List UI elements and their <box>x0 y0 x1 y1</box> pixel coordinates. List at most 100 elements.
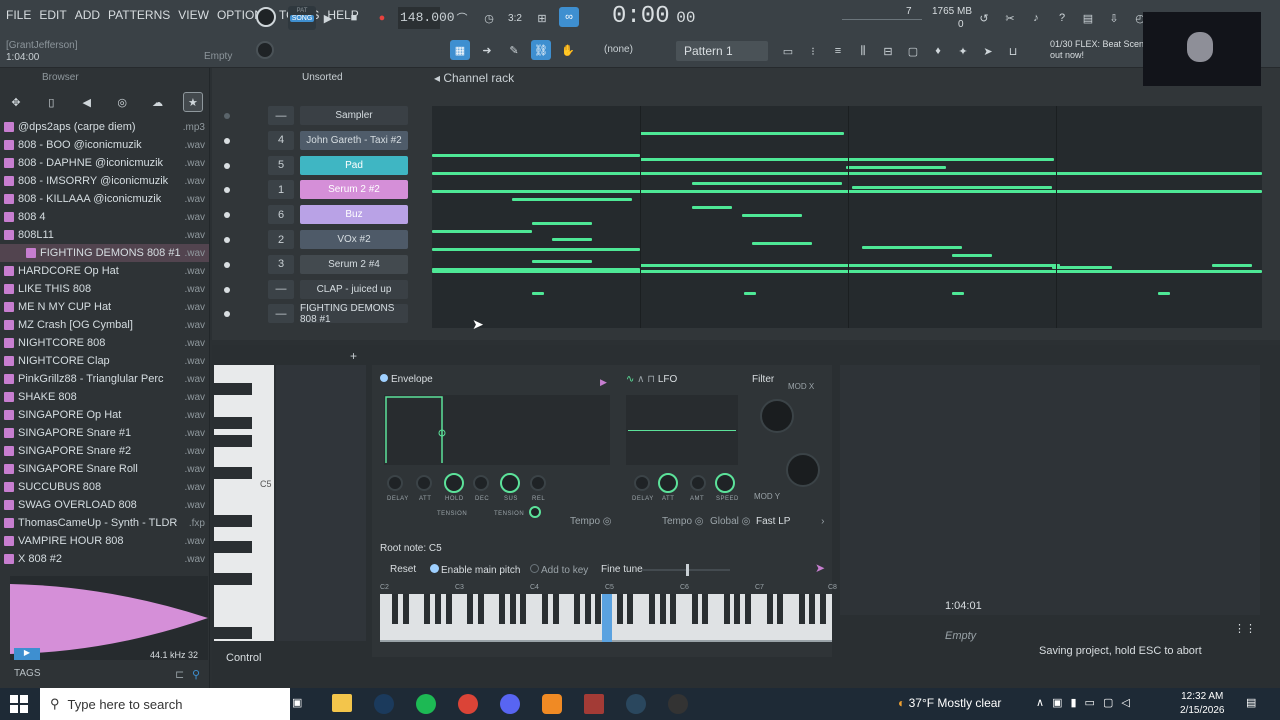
lfo-sine-icon[interactable]: ∿ <box>626 374 637 385</box>
tempo-display[interactable]: 148.000 <box>398 7 455 29</box>
browser-item[interactable]: SINGAPORE Snare #2 .wav <box>0 442 209 460</box>
browser-item[interactable]: ThomasCameUp - Synth - TLDR .fxp <box>0 514 209 532</box>
game-icon[interactable] <box>584 694 604 714</box>
env-tempo-toggle[interactable]: Tempo ◎ <box>570 516 612 527</box>
add-key-toggle[interactable]: Add to key <box>530 564 588 576</box>
browser-icon[interactable]: ⊟ <box>878 41 898 61</box>
channel-mixer-track[interactable]: — <box>268 304 294 324</box>
channel-name[interactable]: Serum 2 #4 <box>300 254 408 274</box>
browser-item[interactable]: NIGHTCORE 808 .wav <box>0 334 209 352</box>
channel-led[interactable] <box>224 261 230 268</box>
steam-2-icon[interactable] <box>626 694 646 714</box>
tags-label[interactable]: TAGS <box>14 668 40 679</box>
steam-icon[interactable] <box>374 694 394 714</box>
taskbar-search[interactable]: ⚲ Type here to search <box>40 688 290 720</box>
star-icon[interactable]: ★ <box>182 92 203 112</box>
browser-item[interactable]: SWAG OVERLOAD 808 .wav <box>0 496 209 514</box>
search-icon[interactable]: ⚲ <box>192 668 200 681</box>
snap-arrow-icon[interactable]: ➜ <box>477 40 497 60</box>
channel-led[interactable] <box>224 237 230 243</box>
channel-mixer-track[interactable]: 5 <box>268 155 294 175</box>
browser-item[interactable]: LIKE THIS 808 .wav <box>0 280 209 298</box>
loop-record-icon[interactable]: ∞ <box>559 7 579 27</box>
menu-view[interactable]: VIEW <box>178 8 209 22</box>
task-view-icon[interactable]: ▣ <box>292 696 302 709</box>
start-button[interactable] <box>10 695 28 713</box>
browser-item-selected[interactable]: FIGHTING DEMONS 808 #1 .wav <box>0 244 209 262</box>
discord-icon[interactable] <box>500 694 520 714</box>
browser-item[interactable]: HARDCORE Op Hat .wav <box>0 262 209 280</box>
browser-item[interactable]: SINGAPORE Op Hat .wav <box>0 406 209 424</box>
channel-led[interactable] <box>224 286 230 293</box>
cart-icon[interactable]: ⊔ <box>1003 41 1023 61</box>
send-icon[interactable]: ➤ <box>978 41 998 61</box>
stamp-icon[interactable]: ✋ <box>558 40 578 60</box>
browser-item[interactable]: MZ Crash [OG Cymbal] .wav <box>0 316 209 334</box>
enable-pitch-toggle[interactable]: Enable main pitch <box>430 564 521 576</box>
draw-tool-icon[interactable]: ✎ <box>504 40 524 60</box>
fine-tune-slider[interactable] <box>642 564 730 576</box>
tray-usb-icon[interactable]: ▮ <box>1070 696 1076 709</box>
browser-item[interactable]: 808 - IMSORRY @iconicmuzik .wav <box>0 172 209 190</box>
lfo-tempo-toggle[interactable]: Tempo ◎ <box>662 516 704 527</box>
channel-name[interactable]: John Gareth - Taxi #2 <box>300 130 408 150</box>
channel-mixer-track[interactable]: 3 <box>268 254 294 274</box>
file-explorer-icon[interactable] <box>332 694 352 712</box>
roll-grid[interactable] <box>276 365 366 641</box>
browser-item[interactable]: SINGAPORE Snare #1 .wav <box>0 424 209 442</box>
stop-button[interactable]: ■ <box>344 8 364 28</box>
envelope-graph[interactable] <box>384 395 610 465</box>
render-icon[interactable]: ⇩ <box>1104 8 1124 28</box>
link-icon[interactable]: ⛓ <box>531 40 551 60</box>
play-button[interactable]: ▶ <box>318 8 338 28</box>
pat-song-toggle[interactable]: PAT SONG <box>288 6 316 30</box>
master-pitch-knob[interactable] <box>256 41 274 59</box>
mixer-icon[interactable]: ⫼ <box>853 41 873 61</box>
master-volume-knob[interactable] <box>256 7 276 27</box>
plugin-picker-icon[interactable]: ▢ <box>903 41 923 61</box>
browser-item[interactable]: 808 - KILLAAA @iconicmuzik .wav <box>0 190 209 208</box>
lfo-attack-knob[interactable] <box>658 473 678 493</box>
browser-item[interactable]: 808 - BOO @iconicmuzik .wav <box>0 136 209 154</box>
folder-icon[interactable]: ⊏ <box>175 668 184 681</box>
chrome-icon[interactable] <box>458 694 478 714</box>
lfo-tri-icon[interactable]: ∧ <box>637 374 647 385</box>
cut-icon[interactable]: ✂ <box>1000 8 1020 28</box>
notification-icon[interactable]: ▤ <box>1246 696 1256 709</box>
channel-name[interactable]: CLAP - juiced up <box>300 279 408 299</box>
step-edit-icon[interactable]: ⊞ <box>532 8 552 28</box>
env-hold-knob[interactable] <box>444 473 464 493</box>
mic-icon[interactable]: ♪ <box>1026 8 1046 28</box>
pattern-selector[interactable]: Pattern 1 <box>676 41 768 61</box>
channel-led[interactable] <box>224 187 230 194</box>
channel-mixer-track[interactable]: — <box>268 106 294 125</box>
sampler-arrow-icon[interactable]: ➤ <box>815 561 825 575</box>
mod-y-knob[interactable] <box>786 453 820 487</box>
browser-item[interactable]: PinkGrillz88 - Trianglular Perc .wav <box>0 370 209 388</box>
add-button[interactable]: + <box>350 349 357 363</box>
channel-name[interactable]: Pad <box>300 155 408 175</box>
lfo-graph[interactable] <box>626 395 738 465</box>
menu-patterns[interactable]: PATTERNS <box>108 8 170 22</box>
wait-record-icon[interactable]: ◷ <box>479 8 499 28</box>
browser-item[interactable]: 808 4 .wav <box>0 208 209 226</box>
lfo-square-icon[interactable]: ⊓ <box>647 374 658 385</box>
menu-add[interactable]: ADD <box>75 8 100 22</box>
help-icon[interactable]: ? <box>1052 8 1072 28</box>
globe-icon[interactable]: ◎ <box>112 92 132 112</box>
save-icon[interactable]: ▤ <box>1078 8 1098 28</box>
browser-item[interactable]: ME N MY CUP Hat .wav <box>0 298 209 316</box>
fl-studio-icon[interactable] <box>542 694 562 714</box>
countdown-icon[interactable]: 3:2 <box>505 8 525 28</box>
channel-mixer-track[interactable]: — <box>268 279 294 299</box>
preview-play-icon[interactable]: ▶ <box>14 648 40 660</box>
rack-filter[interactable]: Unsorted <box>302 72 343 83</box>
env-sustain-knob[interactable] <box>500 473 520 493</box>
browser-item[interactable]: 808L11 .wav <box>0 226 209 244</box>
channel-name[interactable]: Serum 2 #2 <box>300 180 408 200</box>
file-icon[interactable]: ▯ <box>41 92 61 112</box>
waveform-preview[interactable]: ▶ <box>10 576 208 660</box>
tray-network-icon[interactable]: ▢ <box>1103 696 1113 709</box>
tray-camera-icon[interactable]: ▣ <box>1052 696 1062 709</box>
taskbar-clock[interactable]: 12:32 AM 2/15/2026 <box>1180 690 1225 718</box>
